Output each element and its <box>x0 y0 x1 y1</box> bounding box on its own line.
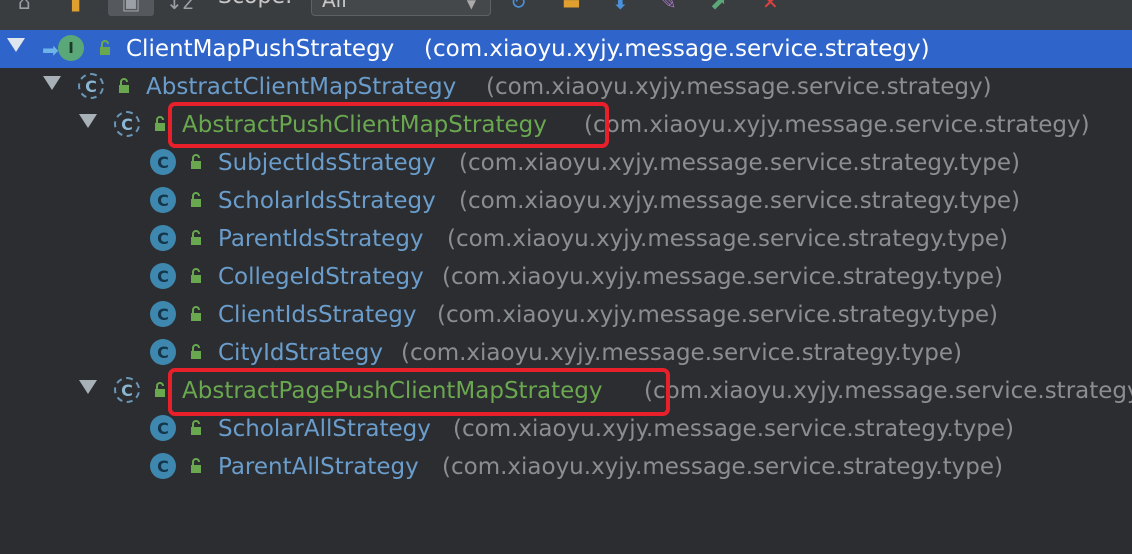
tree-row[interactable]: C ClientIdsStrategy (com.xiaoyu.xyjy.mes… <box>0 296 1132 334</box>
type-hierarchy-icon[interactable]: ▣ <box>108 0 154 16</box>
class-icon: C <box>150 225 176 251</box>
expand-arrow-icon[interactable] <box>43 76 61 90</box>
public-lock-icon <box>191 344 201 359</box>
refresh-icon[interactable]: ↻ <box>510 0 527 16</box>
tree-row[interactable]: C ScholarIdsStrategy (com.xiaoyu.xyjy.me… <box>0 182 1132 220</box>
row-package-name: (com.xiaoyu.xyjy.message.service.strateg… <box>437 302 999 328</box>
class-icon: C <box>150 187 176 213</box>
expand-arrow-icon[interactable] <box>79 114 97 128</box>
public-lock-icon <box>155 116 165 131</box>
scope-select[interactable]: All ▼ <box>311 0 491 16</box>
class-icon: C <box>150 263 176 289</box>
row-package-name: (com.xiaoyu.xyjy.message.service.strateg… <box>584 112 1090 138</box>
hierarchy-icon[interactable]: ⌂ <box>18 0 31 16</box>
row-class-name: ScholarAllStrategy <box>218 416 431 442</box>
row-class-name: ClientMapPushStrategy <box>126 36 395 62</box>
row-package-name: (com.xiaoyu.xyjy.message.service.strateg… <box>401 340 963 366</box>
tree-row[interactable]: C ParentIdsStrategy (com.xiaoyu.xyjy.mes… <box>0 220 1132 258</box>
class-icon: C <box>150 339 176 365</box>
row-package-name: (com.xiaoyu.xyjy.message.service.strateg… <box>486 74 992 100</box>
class-icon: C <box>150 301 176 327</box>
row-package-name: (com.xiaoyu.xyjy.message.service.strateg… <box>644 378 1132 404</box>
download-icon[interactable]: ⬇ <box>612 0 629 16</box>
public-lock-icon <box>191 420 201 435</box>
pin-icon[interactable]: ✎ <box>660 0 677 16</box>
row-class-name: AbstractPushClientMapStrategy <box>182 112 547 138</box>
row-package-name: (com.xiaoyu.xyjy.message.service.strateg… <box>453 416 1015 442</box>
class-icon: C <box>150 453 176 479</box>
expand-arrow-icon[interactable] <box>7 38 25 52</box>
public-lock-icon <box>155 382 165 397</box>
export-icon[interactable]: ▬ <box>562 0 581 16</box>
public-lock-icon <box>191 154 201 169</box>
bookmark-icon[interactable]: ▮ <box>70 0 81 16</box>
public-lock-icon <box>100 40 110 55</box>
row-package-name: (com.xiaoyu.xyjy.message.service.strateg… <box>424 36 930 62</box>
row-class-name: ParentAllStrategy <box>218 454 419 480</box>
chevron-down-icon: ▼ <box>466 0 476 11</box>
tree-row[interactable]: C AbstractPagePushClientMapStrategy (com… <box>0 372 1132 410</box>
public-lock-icon <box>191 268 201 283</box>
public-lock-icon <box>191 306 201 321</box>
scope-label: Scope: <box>218 0 292 9</box>
hierarchy-toolbar: ⌂ ▮ ▣ ↓z Scope: All ▼ ↻ ▬ ⬇ ✎ ⬈ ✕ <box>0 0 1132 30</box>
tree-row[interactable]: C AbstractPushClientMapStrategy (com.xia… <box>0 106 1132 144</box>
row-class-name: ParentIdsStrategy <box>218 226 424 252</box>
expand-arrow-icon[interactable] <box>79 380 97 394</box>
implements-arrow-icon: ➡ <box>42 38 59 62</box>
tree-row[interactable]: C CityIdStrategy (com.xiaoyu.xyjy.messag… <box>0 334 1132 372</box>
public-lock-icon <box>119 78 129 93</box>
public-lock-icon <box>191 192 201 207</box>
row-class-name: AbstractClientMapStrategy <box>146 74 457 100</box>
row-package-name: (com.xiaoyu.xyjy.message.service.strateg… <box>459 150 1021 176</box>
public-lock-icon <box>191 230 201 245</box>
row-class-name: SubjectIdsStrategy <box>218 150 436 176</box>
open-icon[interactable]: ⬈ <box>710 0 727 16</box>
tree-row[interactable]: C ParentAllStrategy (com.xiaoyu.xyjy.mes… <box>0 448 1132 486</box>
row-package-name: (com.xiaoyu.xyjy.message.service.strateg… <box>459 188 1021 214</box>
close-icon[interactable]: ✕ <box>762 0 779 16</box>
class-icon: C <box>150 149 176 175</box>
abstract-class-icon: C <box>78 73 104 99</box>
row-class-name: AbstractPagePushClientMapStrategy <box>182 378 603 404</box>
interface-icon: I <box>58 35 84 61</box>
type-hierarchy-tree: ➡ I ClientMapPushStrategy (com.xiaoyu.xy… <box>0 30 1132 554</box>
tree-row[interactable]: C AbstractClientMapStrategy (com.xiaoyu.… <box>0 68 1132 106</box>
scope-select-value: All <box>322 0 347 12</box>
row-package-name: (com.xiaoyu.xyjy.message.service.strateg… <box>442 264 1004 290</box>
class-icon: C <box>150 415 176 441</box>
abstract-class-icon: C <box>114 377 140 403</box>
abstract-class-icon: C <box>114 111 140 137</box>
row-class-name: CollegeIdStrategy <box>218 264 424 290</box>
tree-row-root[interactable]: ➡ I ClientMapPushStrategy (com.xiaoyu.xy… <box>0 30 1132 68</box>
row-class-name: CityIdStrategy <box>218 340 384 366</box>
row-package-name: (com.xiaoyu.xyjy.message.service.strateg… <box>442 454 1004 480</box>
tree-row[interactable]: C ScholarAllStrategy (com.xiaoyu.xyjy.me… <box>0 410 1132 448</box>
row-package-name: (com.xiaoyu.xyjy.message.service.strateg… <box>447 226 1009 252</box>
row-class-name: ClientIdsStrategy <box>218 302 417 328</box>
tree-row[interactable]: C CollegeIdStrategy (com.xiaoyu.xyjy.mes… <box>0 258 1132 296</box>
public-lock-icon <box>191 458 201 473</box>
tree-row[interactable]: C SubjectIdsStrategy (com.xiaoyu.xyjy.me… <box>0 144 1132 182</box>
sort-alpha-icon[interactable]: ↓z <box>166 0 193 16</box>
row-class-name: ScholarIdsStrategy <box>218 188 436 214</box>
